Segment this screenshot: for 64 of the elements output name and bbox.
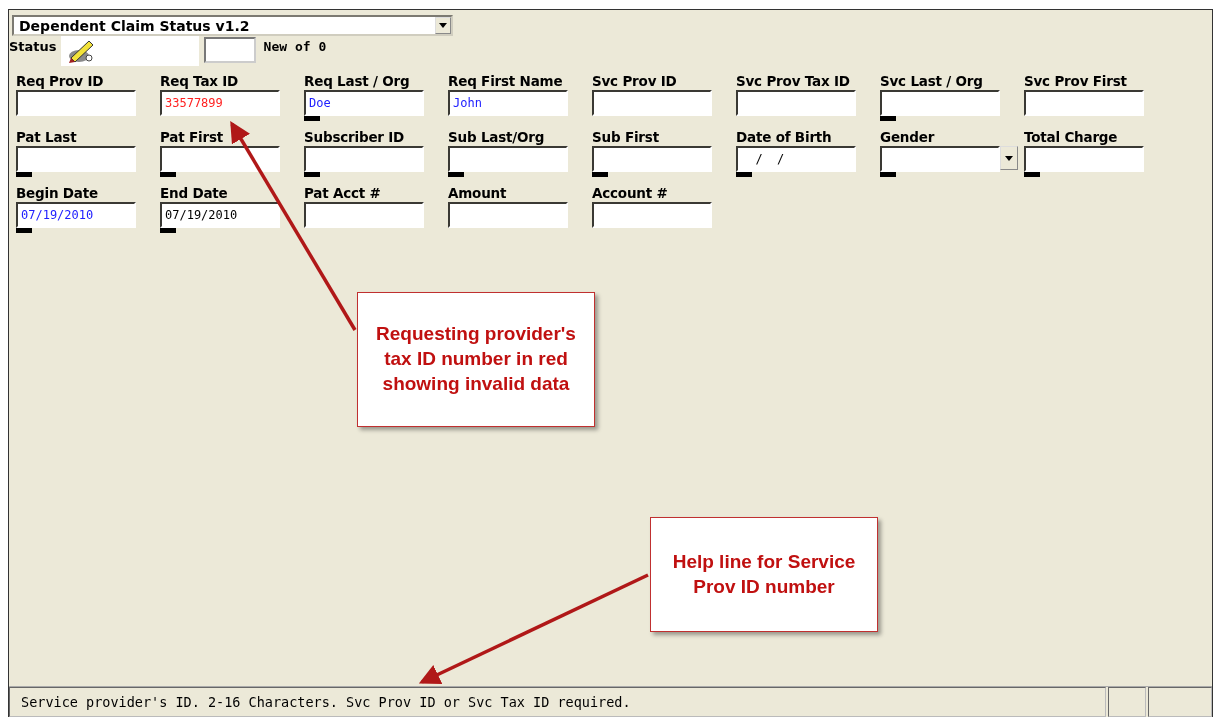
input-field[interactable]: 33577899 [160,90,280,116]
field-label: Sub First [592,128,660,146]
input-field[interactable] [448,146,568,172]
input-field[interactable] [880,90,1000,116]
form-selector-dropdown[interactable]: Dependent Claim Status v1.2 [12,15,453,36]
input-field[interactable] [592,202,712,228]
required-marker [592,172,608,177]
field-label: Total Charge [1024,128,1119,146]
input-field[interactable] [304,202,424,228]
input-field[interactable] [160,146,280,172]
required-marker [16,172,32,177]
field-label: Account # [592,184,669,202]
callout-note: Requesting provider's tax ID number in red showing invalid data [357,292,595,427]
status-label: Status [9,39,57,54]
field-label: Req Last / Org [304,72,411,90]
input-field[interactable]: John [448,90,568,116]
new-label: New [263,39,288,54]
input-field[interactable]: 07/19/2010 [160,202,280,228]
field-label: Begin Date [16,184,99,202]
input-field[interactable] [304,146,424,172]
input-field[interactable] [1024,146,1144,172]
record-number-field[interactable] [203,37,256,63]
field-label: Sub Last/Org [448,128,546,146]
date-field[interactable]: / / [736,146,856,172]
required-marker [1024,172,1040,177]
required-marker [880,116,896,121]
field-label: Pat Acct # [304,184,382,202]
input-field[interactable] [448,202,568,228]
required-marker [160,228,176,233]
field-label: Amount [448,184,508,202]
field-label: Req Prov ID [16,72,105,90]
required-marker [448,172,464,177]
callout-note: Help line for Service Prov ID number [650,517,878,632]
field-label: Req First Name [448,72,564,90]
status-bar-pane [1108,687,1146,717]
field-label: Subscriber ID [304,128,406,146]
status-bar: Service provider's ID. 2-16 Characters. Svc Prov ID or Svc Tax ID required. [9,687,1106,717]
input-field[interactable] [1024,90,1144,116]
input-field[interactable] [736,90,856,116]
required-marker [16,228,32,233]
input-field[interactable]: Doe [304,90,424,116]
input-field[interactable] [592,90,712,116]
input-field[interactable] [16,146,136,172]
field-label: Req Tax ID [160,72,240,90]
required-marker [880,172,896,177]
field-label: Svc Last / Org [880,72,984,90]
record-count: of 0 [295,39,327,54]
input-field[interactable] [592,146,712,172]
field-label: Svc Prov Tax ID [736,72,851,90]
field-label: Date of Birth [736,128,833,146]
field-label: End Date [160,184,229,202]
input-field[interactable]: 07/19/2010 [16,202,136,228]
required-marker [736,172,752,177]
required-marker [304,116,320,121]
field-label: Gender [880,128,936,146]
field-label: Pat Last [16,128,78,146]
field-label: Svc Prov ID [592,72,678,90]
field-label: Pat First [160,128,224,146]
input-field[interactable] [16,90,136,116]
required-marker [160,172,176,177]
field-label: Svc Prov First [1024,72,1128,90]
dropdown-field[interactable] [880,146,1000,172]
required-marker [304,172,320,177]
status-bar-pane [1148,687,1212,717]
